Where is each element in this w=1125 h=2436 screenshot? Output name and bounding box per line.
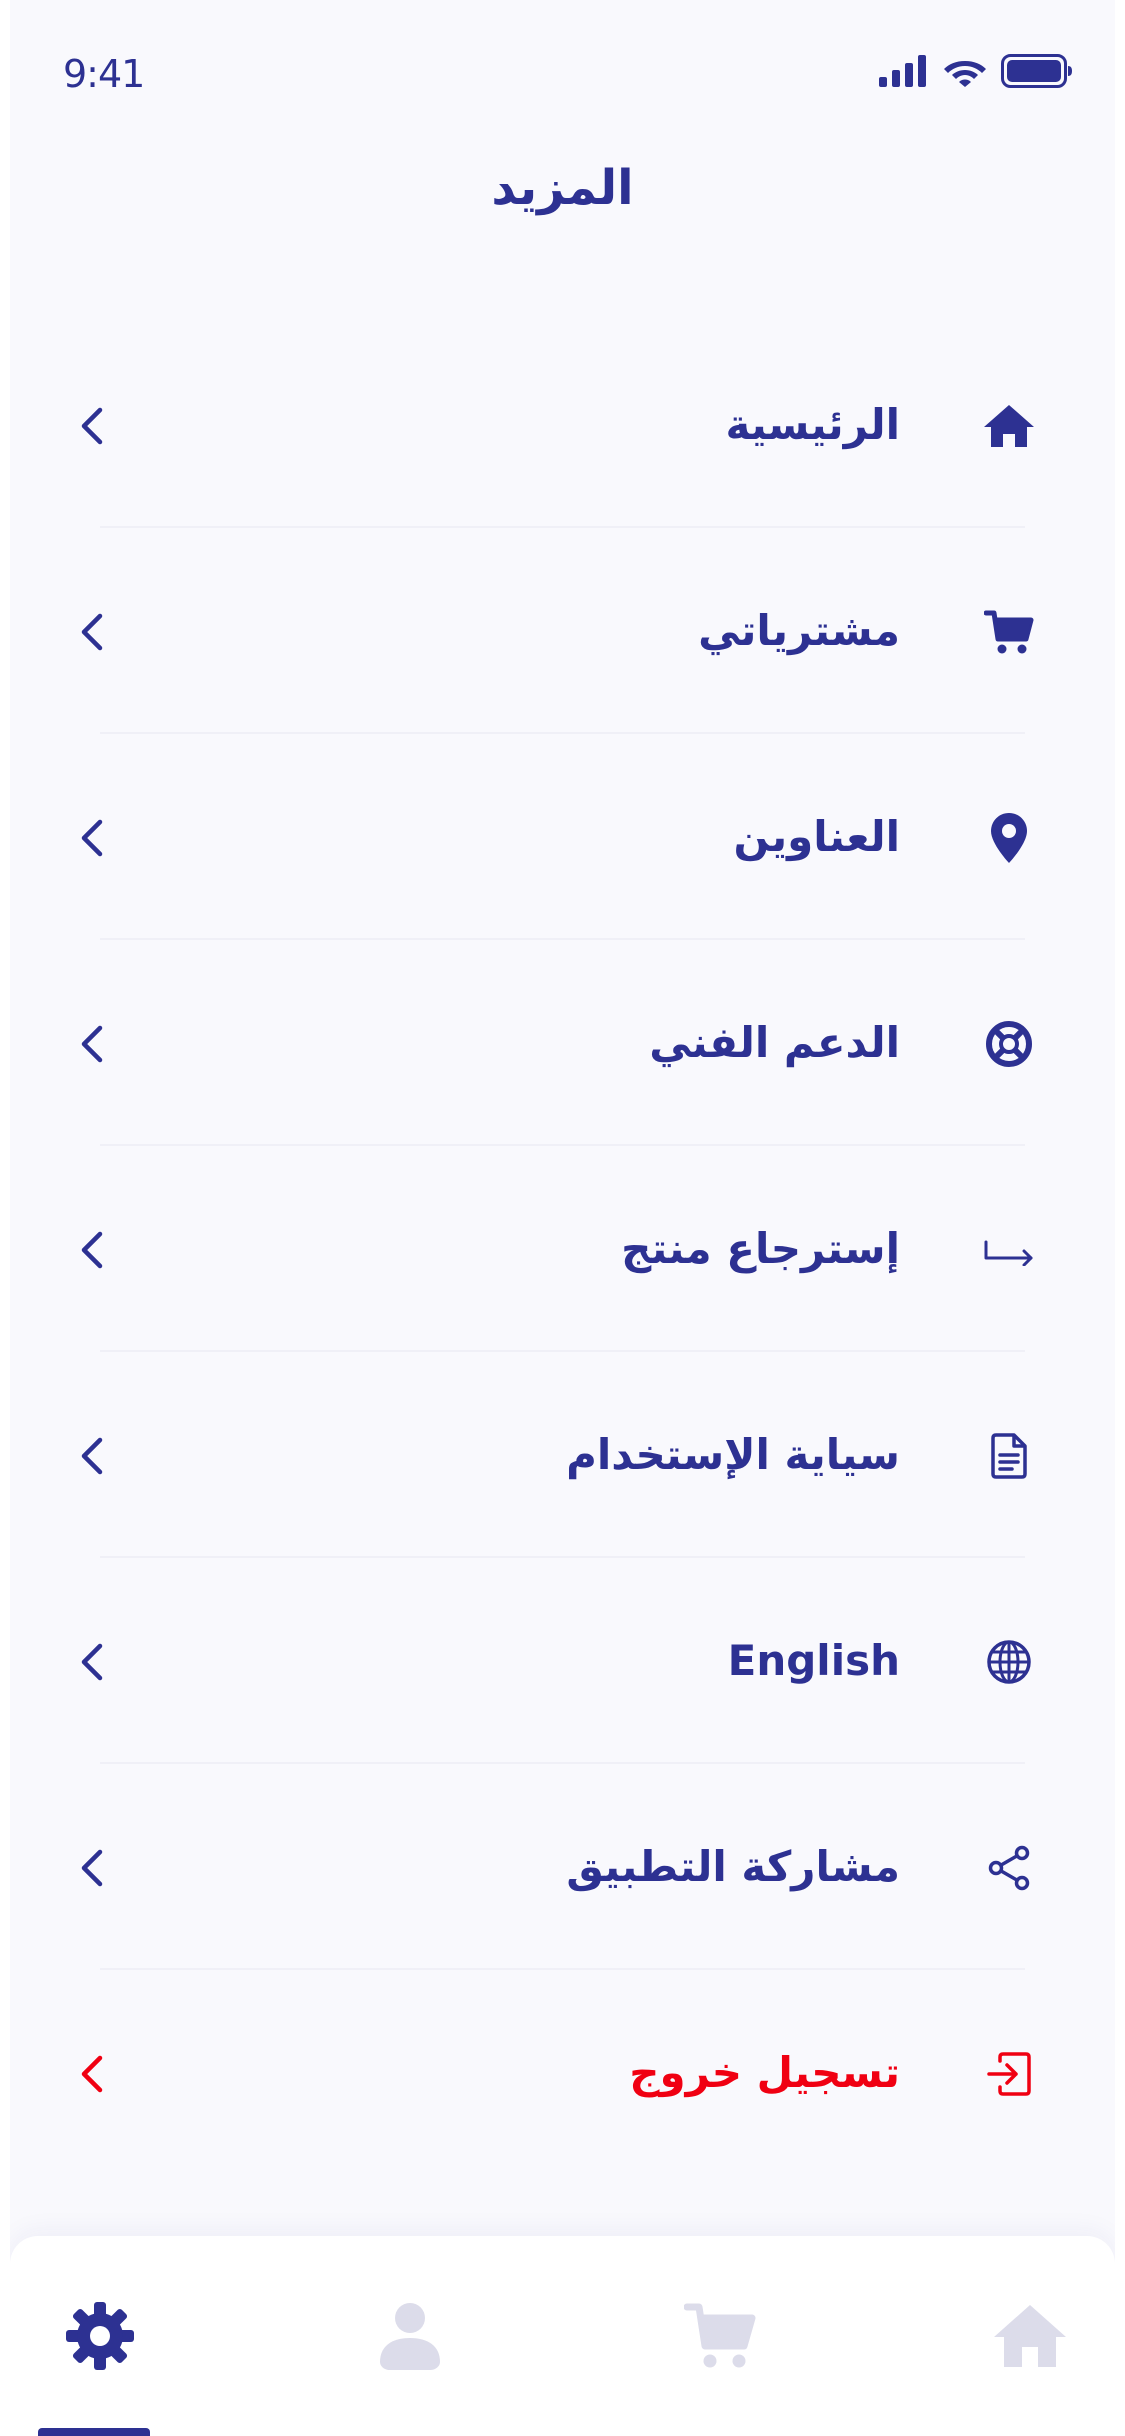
menu-item-terms-of-use[interactable]: سياية الإستخدام bbox=[10, 1352, 1115, 1558]
menu-item-home[interactable]: الرئيسية bbox=[10, 322, 1115, 528]
tab-settings[interactable] bbox=[60, 2296, 140, 2376]
wifi-icon bbox=[944, 61, 986, 87]
status-bar: 9:41 bbox=[10, 0, 1115, 150]
chevron-left-icon bbox=[81, 1025, 103, 1063]
menu-item-return-product[interactable]: إسترجاع منتج bbox=[10, 1146, 1115, 1352]
more-menu: الرئيسية مشترياتي العناوين الدعم الفني إ… bbox=[10, 322, 1115, 2176]
document-icon bbox=[983, 1430, 1035, 1482]
menu-item-label: تسجيل خروج bbox=[629, 2048, 900, 2097]
menu-item-label: English bbox=[727, 1636, 900, 1685]
chevron-left-icon bbox=[81, 407, 103, 445]
menu-item-label: العناوين bbox=[733, 812, 900, 861]
status-icons bbox=[879, 54, 1073, 88]
tab-home[interactable] bbox=[990, 2296, 1070, 2376]
menu-item-addresses[interactable]: العناوين bbox=[10, 734, 1115, 940]
menu-item-label: مشترياتي bbox=[698, 606, 900, 655]
chevron-left-icon bbox=[81, 1643, 103, 1681]
bottom-tab-bar bbox=[10, 2236, 1115, 2436]
menu-item-language[interactable]: English bbox=[10, 1558, 1115, 1764]
share-icon bbox=[983, 1842, 1035, 1894]
chevron-left-icon bbox=[81, 613, 103, 651]
menu-item-label: الرئيسية bbox=[725, 400, 900, 449]
chevron-left-icon bbox=[81, 1231, 103, 1269]
menu-item-label: إسترجاع منتج bbox=[621, 1224, 900, 1273]
chevron-left-icon bbox=[81, 1849, 103, 1887]
home-icon bbox=[994, 2305, 1066, 2367]
location-pin-icon bbox=[983, 812, 1035, 864]
cellular-signal-icon bbox=[879, 55, 926, 87]
menu-item-label: الدعم الفني bbox=[649, 1018, 900, 1067]
home-icon bbox=[983, 400, 1035, 452]
menu-item-label: سياية الإستخدام bbox=[566, 1430, 900, 1479]
menu-item-support[interactable]: الدعم الفني bbox=[10, 940, 1115, 1146]
globe-icon bbox=[983, 1636, 1035, 1688]
chevron-left-icon bbox=[81, 819, 103, 857]
menu-item-logout[interactable]: تسجيل خروج bbox=[10, 1970, 1115, 2176]
menu-item-share-app[interactable]: مشاركة التطبيق bbox=[10, 1764, 1115, 1970]
cart-icon bbox=[684, 2303, 756, 2368]
screen: 9:41 المزيد الرئيسية مشترياتي العناوين ا… bbox=[10, 0, 1115, 2436]
tab-profile[interactable] bbox=[370, 2296, 450, 2376]
status-time: 9:41 bbox=[63, 52, 145, 96]
settings-gear-icon bbox=[66, 2302, 134, 2370]
chevron-left-icon bbox=[81, 2055, 103, 2093]
return-arrow-icon bbox=[983, 1224, 1035, 1276]
active-tab-indicator bbox=[38, 2428, 150, 2436]
lifebuoy-icon bbox=[983, 1018, 1035, 1070]
page-title: المزيد bbox=[491, 160, 634, 216]
profile-icon bbox=[380, 2303, 440, 2370]
logout-icon bbox=[983, 2048, 1035, 2100]
menu-item-purchases[interactable]: مشترياتي bbox=[10, 528, 1115, 734]
cart-icon bbox=[983, 606, 1035, 658]
chevron-left-icon bbox=[81, 1437, 103, 1475]
menu-item-label: مشاركة التطبيق bbox=[566, 1842, 900, 1891]
battery-icon bbox=[1001, 54, 1072, 88]
tab-cart[interactable] bbox=[680, 2296, 760, 2376]
